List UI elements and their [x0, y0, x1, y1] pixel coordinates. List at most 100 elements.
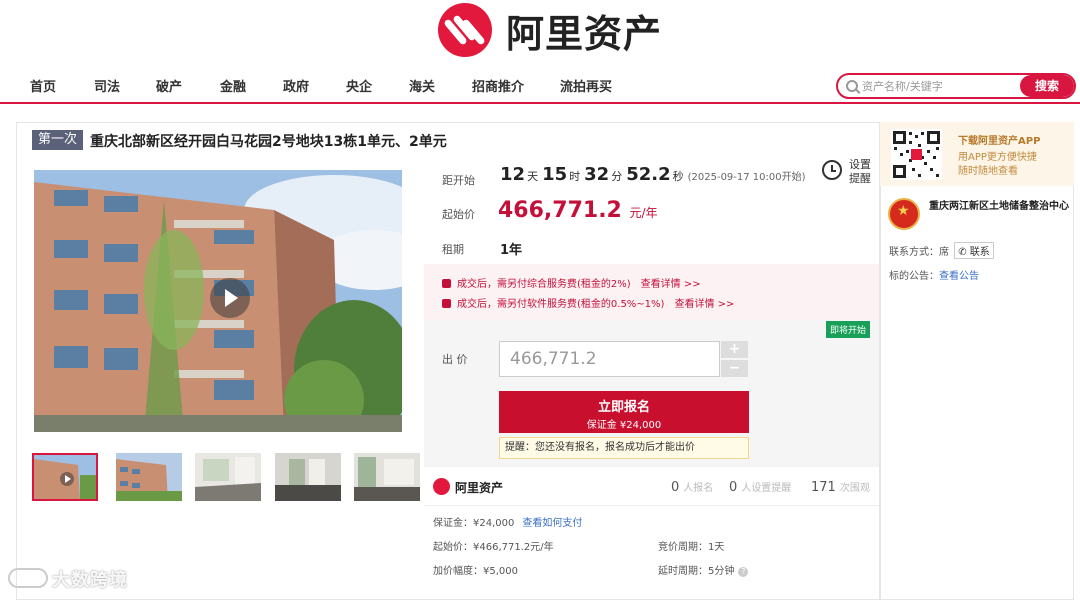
signup-tip: 提醒：您还没有报名，报名成功后才能出价	[499, 437, 749, 459]
view-count-value: 171	[811, 480, 836, 495]
help-icon[interactable]: ?	[738, 567, 749, 577]
thumbnail-room-image	[195, 453, 261, 501]
contact-label: 联系方式：席	[889, 247, 949, 258]
fee-text: 成交后，需另付软件服务费(租金的0.5%~1%)	[457, 299, 665, 310]
thumbnail-5[interactable]	[354, 453, 420, 501]
thumbnail-building-image	[116, 453, 182, 501]
phone-icon: ✆	[958, 247, 967, 258]
fee-details-link[interactable]: 查看详情 >>	[674, 299, 734, 310]
fee-notice: 成交后，需另付综合服务费(租金的2%) 查看详情 >> 成交后，需另付软件服务费(…	[424, 264, 879, 320]
thumbnail-4[interactable]	[275, 453, 341, 501]
status-badge: 即将开始	[826, 321, 871, 338]
lease-value: 1年	[500, 243, 523, 258]
countdown-seconds: 52.2	[626, 164, 671, 185]
round-badge: 第一次	[32, 130, 84, 150]
side-panel	[880, 122, 1074, 600]
view-count-label: 次围观	[839, 483, 870, 494]
minutes-unit: 分	[611, 170, 623, 183]
days-unit: 天	[527, 170, 539, 183]
countdown-timer: 12 天 15 时 32 分 52.2 秒 (2025-09-17 10:00开始)	[500, 164, 806, 185]
contact-button[interactable]: ✆ 联系	[954, 242, 994, 259]
app-sub-line: 随时随地查看	[958, 166, 1018, 177]
site-logo[interactable]: 阿里资产	[438, 3, 662, 57]
signup-count-label: 人报名	[683, 483, 714, 494]
watermark-logo-icon	[8, 568, 48, 588]
thumbnail-2[interactable]	[116, 453, 182, 501]
view-notice-link[interactable]: 查看公告	[939, 271, 979, 282]
extension-detail: 延时周期：5分钟?	[658, 562, 749, 577]
app-download-title[interactable]: 下载阿里资产APP	[958, 132, 1040, 147]
alarm-clock-icon[interactable]	[822, 160, 842, 180]
thumbnail-room-image	[275, 453, 341, 501]
nav-item-government[interactable]: 政府	[283, 76, 309, 95]
listing-title: 重庆北部新区经开园白马花园2号地块13栋1单元、2单元	[90, 134, 447, 150]
contact-button-label: 联系	[969, 247, 990, 258]
set-reminder-button[interactable]: 设置提醒	[849, 158, 873, 186]
thumbnail-1[interactable]	[32, 453, 98, 501]
divider	[424, 505, 879, 506]
start-price-detail: 起始价：¥466,771.2元/年	[433, 542, 554, 553]
search-button[interactable]: 搜索	[1020, 75, 1074, 97]
start-price-label: 起始价	[442, 208, 475, 221]
nav-item-finance[interactable]: 金融	[220, 76, 246, 95]
bid-amount-input[interactable]: 466,771.2	[499, 341, 720, 377]
seconds-unit: 秒	[672, 170, 684, 183]
nav-item-bankruptcy[interactable]: 破产	[156, 76, 182, 95]
increment-detail: 加价幅度：¥5,000	[433, 566, 518, 577]
signup-count-value: 0	[671, 480, 680, 495]
brand-logo-icon	[433, 478, 450, 495]
organization-name[interactable]: 重庆两江新区土地储备整治中心	[929, 199, 1071, 215]
logo-text: 阿里资产	[506, 11, 663, 56]
reminder-count-value: 0	[729, 480, 738, 495]
fee-row: 成交后，需另付软件服务费(租金的0.5%~1%) 查看详情 >>	[442, 295, 734, 310]
nav-item-customs[interactable]: 海关	[409, 76, 435, 95]
deposit-text: 保证金：¥24,000	[433, 518, 515, 529]
thumbnail-3[interactable]	[195, 453, 261, 501]
play-video-icon[interactable]	[210, 278, 250, 318]
nav-item-investment[interactable]: 招商推介	[472, 76, 524, 95]
reminder-count-label: 人设置提醒	[741, 483, 792, 494]
watermark-text: 大数跨境	[52, 570, 128, 591]
how-to-pay-link[interactable]: 查看如何支付	[522, 518, 582, 529]
reminder-count: 0 人设置提醒	[729, 479, 791, 495]
fee-details-link[interactable]: 查看详情 >>	[641, 279, 701, 290]
thumbnail-building-image	[34, 455, 96, 499]
start-time: (2025-09-17 10:00开始)	[687, 172, 806, 183]
signup-button[interactable]: 立即报名 保证金 ¥24,000	[499, 391, 749, 433]
contact-info: 联系方式：席 ✆ 联系	[889, 242, 994, 259]
nav-item-relist[interactable]: 流拍再买	[560, 76, 612, 95]
bid-label: 出 价	[442, 353, 468, 366]
decrease-bid-button[interactable]: −	[721, 360, 748, 377]
app-sub-line: 用APP更方便快捷	[958, 152, 1037, 163]
extension-text: 延时周期：5分钟	[658, 566, 735, 577]
deposit-detail: 保证金：¥24,000 查看如何支付	[433, 514, 582, 529]
qr-code-icon	[891, 129, 942, 180]
fee-icon	[442, 279, 451, 288]
logo-mark-icon	[438, 3, 492, 57]
brand-name: 阿里资产	[455, 481, 504, 495]
search-icon	[846, 80, 858, 92]
increase-bid-button[interactable]: +	[721, 341, 748, 358]
start-price: 466,771.2 元/年	[498, 198, 658, 223]
signup-label: 立即报名	[597, 400, 650, 415]
countdown-days: 12	[500, 164, 526, 185]
notice-info: 标的公告：查看公告	[889, 267, 979, 282]
view-count: 171 次围观	[811, 479, 870, 495]
app-download-subtitle: 用APP更方便快捷 随时随地查看	[958, 151, 1037, 179]
search-input[interactable]	[862, 76, 1018, 96]
national-emblem-icon	[888, 198, 920, 230]
nav-item-soe[interactable]: 央企	[346, 76, 372, 95]
fee-icon	[442, 299, 451, 308]
search-box: 搜索	[836, 73, 1076, 99]
hours-unit: 时	[569, 170, 581, 183]
countdown-label: 距开始	[442, 174, 475, 187]
bid-period-detail: 竞价周期：1天	[658, 542, 725, 553]
signup-count: 0 人报名	[671, 479, 713, 495]
fee-text: 成交后，需另付综合服务费(租金的2%)	[457, 279, 631, 290]
start-price-value: 466,771.2	[498, 198, 622, 223]
nav-item-home[interactable]: 首页	[30, 76, 56, 95]
fee-row: 成交后，需另付综合服务费(租金的2%) 查看详情 >>	[442, 275, 701, 290]
countdown-minutes: 32	[584, 164, 610, 185]
lease-label: 租期	[442, 243, 464, 256]
nav-item-judicial[interactable]: 司法	[94, 76, 120, 95]
